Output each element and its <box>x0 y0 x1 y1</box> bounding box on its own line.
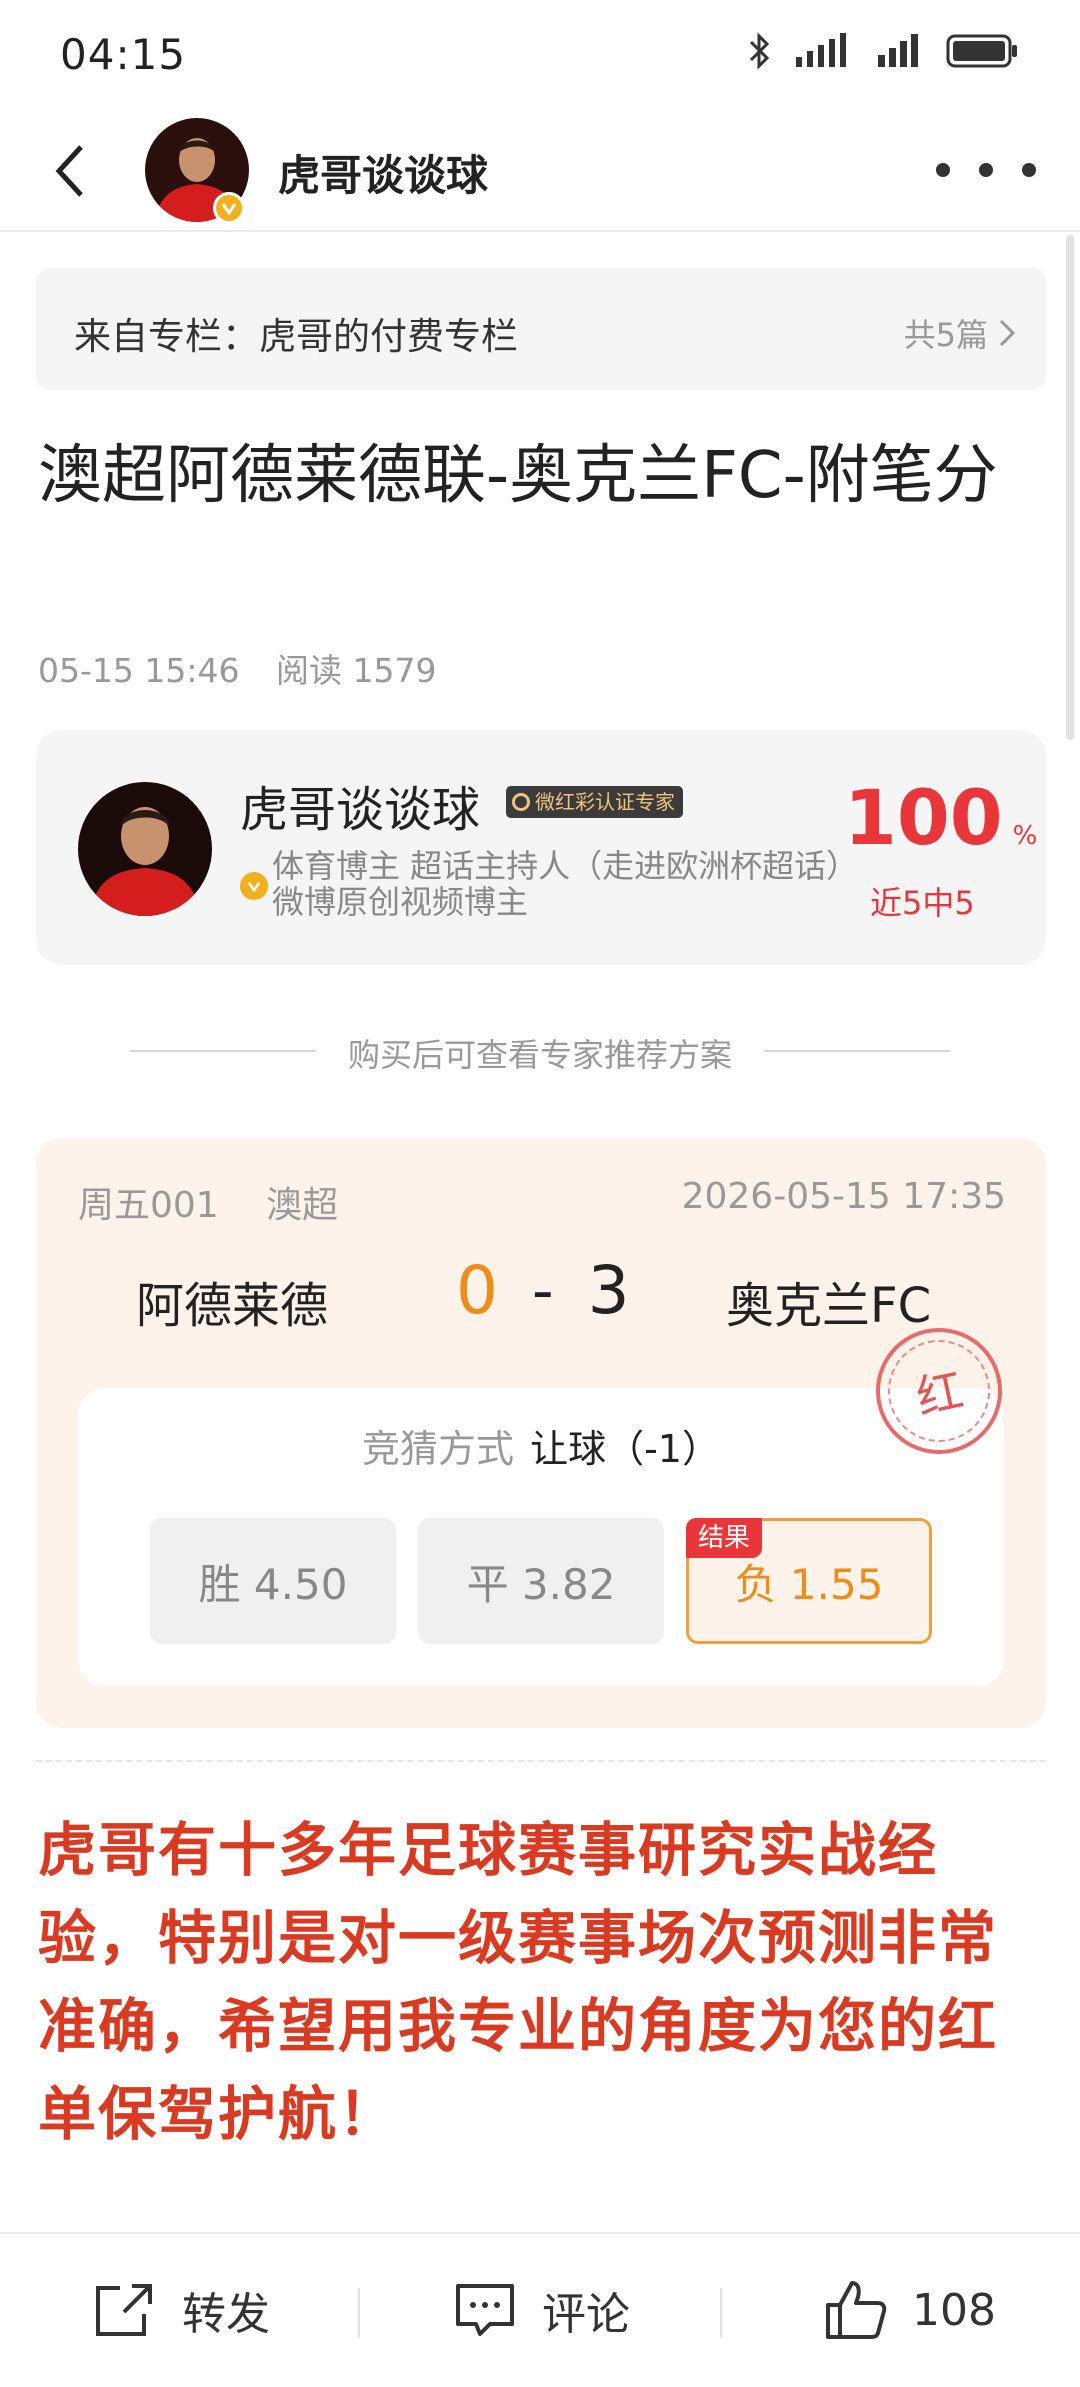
chevron-left-icon <box>55 145 83 197</box>
verified-icon <box>240 872 268 900</box>
match-league: 澳超 <box>266 1185 339 1226</box>
signal-icon-2 <box>878 34 918 67</box>
status-bar: 04:15 <box>0 0 1080 110</box>
bluetooth-icon <box>749 32 770 70</box>
match-datetime: 2026-05-15 17:35 <box>681 1176 1006 1217</box>
back-button[interactable] <box>36 136 106 206</box>
purchase-divider: 购买后可查看专家推荐方案 <box>130 1030 950 1074</box>
hit-record: 近5中5 <box>870 884 975 922</box>
hit-rate: 100% <box>844 773 1038 862</box>
like-button[interactable]: 108 <box>822 2270 996 2350</box>
expert-card[interactable]: 虎哥谈谈球 微红彩认证专家 体育博主 超话主持人（走进欧洲杯超话） 微博原创视频… <box>36 730 1046 965</box>
medal-icon <box>512 793 530 811</box>
expert-name[interactable]: 虎哥谈谈球 <box>240 770 480 840</box>
battery-icon <box>946 34 1017 68</box>
article-date: 05-15 15:46 <box>38 651 240 690</box>
status-time: 04:15 <box>60 30 187 79</box>
bet-type: 竞猜方式 让球（-1） <box>362 1427 720 1471</box>
away-team: 奥克兰FC <box>726 1278 932 1334</box>
nav-bar: 虎哥谈谈球 <box>0 110 1080 232</box>
more-dots-icon <box>936 163 950 177</box>
match-info: 周五001 澳超 <box>78 1176 338 1228</box>
article-title: 澳超阿德莱德联-奥克兰FC-附笔分 <box>38 439 998 513</box>
expert-description: 体育博主 超话主持人（走进欧洲杯超话） 微博原创视频博主 <box>272 847 859 921</box>
status-icons <box>748 32 1020 70</box>
verified-icon <box>213 192 245 224</box>
column-label: 来自专栏：虎哥的付费专栏 <box>74 315 518 358</box>
match-card[interactable]: 周五001 澳超 2026-05-15 17:35 阿德莱德 0 - 3 奥克兰… <box>36 1138 1046 1728</box>
away-score: 3 <box>587 1252 630 1329</box>
expert-avatar[interactable] <box>78 782 212 916</box>
column-card[interactable]: 来自专栏：虎哥的付费专栏 共5篇 <box>36 268 1046 390</box>
nav-title[interactable]: 虎哥谈谈球 <box>278 142 488 203</box>
match-code: 周五001 <box>78 1185 219 1226</box>
chevron-right-icon <box>999 319 1016 347</box>
odds-draw[interactable]: 平 3.82 <box>418 1518 664 1644</box>
bet-box: 竞猜方式 让球（-1） 胜 4.50 平 3.82 结果 负 1.55 <box>78 1388 1004 1686</box>
comment-button[interactable]: 评论 <box>452 2270 630 2350</box>
divider-text: 购买后可查看专家推荐方案 <box>347 1036 732 1074</box>
share-icon <box>96 2284 152 2336</box>
home-score: 0 <box>456 1252 498 1329</box>
odds-win[interactable]: 胜 4.50 <box>150 1518 396 1644</box>
home-team: 阿德莱德 <box>136 1278 329 1334</box>
thumbs-up-icon <box>826 2281 887 2339</box>
share-button[interactable]: 转发 <box>92 2270 270 2350</box>
result-tag: 结果 <box>686 1518 763 1558</box>
scrollbar[interactable] <box>1066 235 1074 740</box>
section-divider <box>36 1760 1046 1762</box>
column-count: 共5篇 <box>904 310 1016 356</box>
bottom-bar: 转发 评论 108 <box>0 2232 1080 2387</box>
more-button[interactable] <box>936 150 1036 190</box>
cert-badge: 微红彩认证专家 <box>506 786 683 818</box>
article-reads: 阅读 1579 <box>275 651 437 690</box>
match-score: 0 - 3 <box>456 1252 630 1329</box>
promo-text: 虎哥有十多年足球赛事研究实战经验，特别是对一级赛事场次预测非常准确，希望用我专业… <box>38 1816 999 2148</box>
signal-icon <box>796 33 846 67</box>
article-meta: 05-15 15:46 阅读 1579 <box>38 644 436 692</box>
odds-lose[interactable]: 结果 负 1.55 <box>686 1518 932 1644</box>
comment-icon <box>456 2284 514 2336</box>
